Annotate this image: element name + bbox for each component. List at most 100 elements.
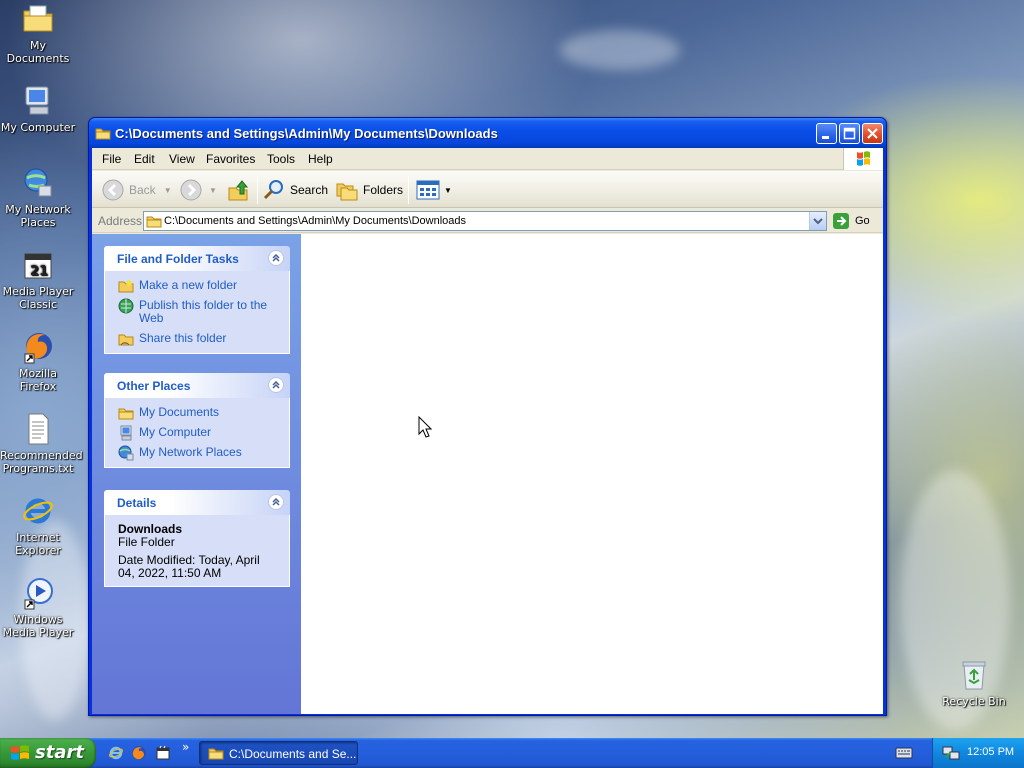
- network-icon: [21, 166, 55, 200]
- task-label: Share this folder: [139, 331, 227, 345]
- taskbar-window-label: C:\Documents and Se...: [229, 747, 357, 761]
- double-chevron-up-icon: [272, 497, 280, 506]
- desktop-icon-firefox[interactable]: Mozilla Firefox: [0, 330, 76, 393]
- menu-edit[interactable]: Edit: [134, 152, 155, 166]
- windows-logo: [843, 148, 883, 170]
- minimize-icon: [822, 136, 829, 139]
- new-folder-icon: [118, 278, 134, 294]
- menu-favorites[interactable]: Favorites: [206, 152, 255, 166]
- go-button[interactable]: Go: [832, 212, 876, 230]
- go-label: Go: [855, 215, 870, 227]
- taskbar-window-button[interactable]: C:\Documents and Se...: [199, 741, 358, 765]
- task-publish-web[interactable]: Publish this folder to the Web: [105, 298, 289, 325]
- network-icon: [118, 445, 134, 461]
- toolbar-separator: [257, 176, 258, 204]
- ie-icon: [21, 494, 55, 528]
- system-tray: 12:05 PM: [932, 738, 1024, 768]
- explorer-window[interactable]: C:\Documents and Settings\Admin\My Docum…: [88, 117, 887, 716]
- place-my-network[interactable]: My Network Places: [105, 445, 289, 461]
- panel-body: Make a new folder Publish this folder to…: [104, 271, 290, 354]
- address-label: Address: [98, 214, 143, 228]
- start-button[interactable]: start: [0, 738, 96, 768]
- folders-button[interactable]: Folders: [335, 177, 403, 203]
- firefox-quicklaunch-icon[interactable]: [131, 745, 147, 764]
- clock: 12:05 PM: [967, 746, 1015, 758]
- media-player-quicklaunch-icon[interactable]: [155, 745, 171, 764]
- desktop-icon-internet-explorer[interactable]: Internet Explorer: [0, 494, 76, 557]
- details-modified: Date Modified: Today, April 04, 2022, 11…: [118, 553, 260, 580]
- task-make-new-folder[interactable]: Make a new folder: [105, 278, 289, 294]
- up-folder-icon: [228, 180, 249, 201]
- keyboard-icon[interactable]: [895, 747, 913, 762]
- place-label: My Computer: [139, 425, 212, 439]
- forward-arrow-icon: [180, 179, 202, 201]
- desktop-icon-label: Media Player Classic: [2, 285, 74, 311]
- panel-body: Downloads File Folder Date Modified: Tod…: [104, 515, 290, 587]
- panel-header[interactable]: Other Places: [104, 373, 290, 398]
- forward-dropdown-icon[interactable]: ▼: [209, 186, 217, 195]
- panel-header[interactable]: File and Folder Tasks: [104, 246, 290, 271]
- media-player-classic-icon: 21: [21, 248, 55, 282]
- menu-tools[interactable]: Tools: [267, 152, 295, 166]
- desktop-icon-network[interactable]: My Network Places: [0, 166, 76, 229]
- details-type: File Folder: [118, 535, 175, 549]
- place-my-computer[interactable]: My Computer: [105, 425, 289, 441]
- desktop-icon-my-computer[interactable]: My Computer: [0, 84, 76, 134]
- folder-icon: [118, 405, 134, 421]
- desktop-icon-label: My Documents: [6, 39, 70, 65]
- panel-header[interactable]: Details: [104, 490, 290, 515]
- title-bar[interactable]: C:\Documents and Settings\Admin\My Docum…: [89, 118, 886, 148]
- folder-docs-icon: [21, 2, 55, 36]
- taskbar: start » C:\Documents and Se... 12:05 PM: [0, 738, 1024, 768]
- task-pane: File and Folder Tasks Make a new folder …: [92, 234, 301, 714]
- go-arrow-icon: [833, 213, 849, 229]
- collapse-button[interactable]: [268, 494, 284, 510]
- desktop-icon-my-documents[interactable]: My Documents: [0, 2, 76, 65]
- desktop-icon-recycle-bin[interactable]: Recycle Bin: [936, 658, 1012, 708]
- desktop-icon-label: My Computer: [0, 121, 76, 134]
- text-file-icon: [21, 412, 55, 446]
- menu-help[interactable]: Help: [308, 152, 333, 166]
- menu-file[interactable]: File: [102, 152, 121, 166]
- panel-title: Other Places: [117, 379, 191, 393]
- folders-icon: [336, 183, 358, 201]
- menu-view[interactable]: View: [169, 152, 195, 166]
- window-title: C:\Documents and Settings\Admin\My Docum…: [115, 126, 498, 141]
- desktop-icon-windows-media-player[interactable]: Windows Media Player: [0, 576, 76, 639]
- details-panel: Details Downloads File Folder Date Modif…: [104, 490, 290, 587]
- address-value: C:\Documents and Settings\Admin\My Docum…: [164, 215, 467, 227]
- task-label: Publish this folder to the Web: [139, 298, 268, 325]
- minimize-button[interactable]: [816, 123, 837, 144]
- forward-button[interactable]: ▼: [179, 177, 217, 203]
- windows-flag-icon: [857, 151, 870, 166]
- place-my-documents[interactable]: My Documents: [105, 405, 289, 421]
- close-button[interactable]: [862, 123, 883, 144]
- views-button[interactable]: ▼: [416, 177, 452, 203]
- views-icon: [416, 180, 440, 200]
- search-button[interactable]: Search: [262, 177, 328, 203]
- address-dropdown-button[interactable]: [809, 212, 826, 230]
- recycle-bin-icon: [957, 658, 991, 692]
- back-dropdown-icon[interactable]: ▼: [164, 186, 172, 195]
- desktop-icon-media-player-classic[interactable]: 21 Media Player Classic: [0, 248, 76, 311]
- collapse-button[interactable]: [268, 377, 284, 393]
- task-share-folder[interactable]: Share this folder: [105, 331, 289, 346]
- toolbar: Back ▼ ▼ Search Folders ▼: [92, 171, 883, 208]
- desktop-icon-label: Internet Explorer: [15, 531, 61, 557]
- maximize-icon: [843, 127, 856, 140]
- up-folder-button[interactable]: [227, 177, 251, 203]
- place-label: My Documents: [139, 405, 220, 419]
- svg-text:21: 21: [30, 264, 48, 279]
- quicklaunch-overflow[interactable]: »: [182, 740, 189, 754]
- place-label: My Network Places: [139, 445, 242, 459]
- collapse-button[interactable]: [268, 250, 284, 266]
- back-label: Back: [129, 183, 156, 197]
- ie-quicklaunch-icon[interactable]: [108, 745, 124, 764]
- back-button[interactable]: Back ▼: [101, 177, 172, 203]
- maximize-button[interactable]: [839, 123, 860, 144]
- desktop-icon-recommended-programs[interactable]: Recommended Programs.txt: [0, 412, 83, 475]
- folder-icon: [208, 745, 224, 764]
- file-list-area[interactable]: [301, 234, 883, 714]
- network-tray-icon[interactable]: [942, 745, 960, 764]
- address-input[interactable]: C:\Documents and Settings\Admin\My Docum…: [143, 211, 827, 231]
